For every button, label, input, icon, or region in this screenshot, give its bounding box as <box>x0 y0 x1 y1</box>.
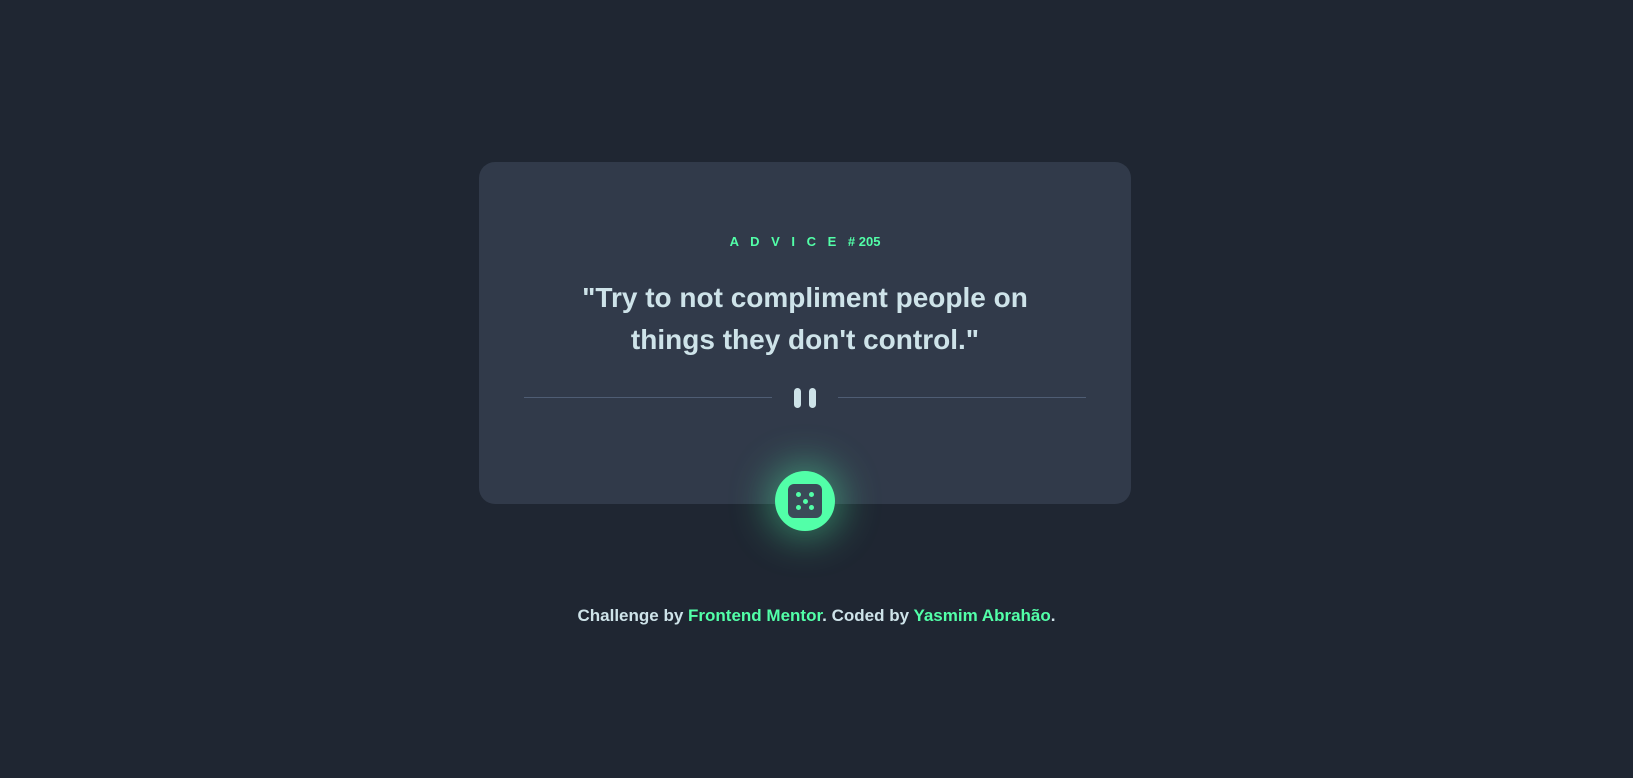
advice-number: # 205 <box>847 234 881 249</box>
frontend-mentor-link[interactable]: Frontend Mentor <box>688 606 822 625</box>
author-link[interactable]: Yasmim Abrahão <box>913 606 1050 625</box>
advice-quote: "Try to not compliment people on things … <box>582 282 1028 355</box>
new-advice-button[interactable] <box>775 471 835 531</box>
attribution-text-1: Challenge by <box>577 606 689 625</box>
advice-label-prefix: A D V I C E <box>729 234 841 249</box>
dice-icon <box>788 484 822 518</box>
pause-icon <box>792 388 818 408</box>
attribution-text-2: . Coded by <box>822 606 914 625</box>
attribution: Challenge by Frontend Mentor. Coded by Y… <box>0 606 1633 626</box>
pattern-divider <box>524 388 1086 408</box>
advice-card: A D V I C E # 205 "Try to not compliment… <box>479 162 1131 504</box>
divider-line-right <box>838 397 1086 398</box>
attribution-text-3: . <box>1050 606 1056 625</box>
advice-id-label: A D V I C E # 205 <box>479 234 1131 249</box>
divider-line-left <box>524 397 772 398</box>
